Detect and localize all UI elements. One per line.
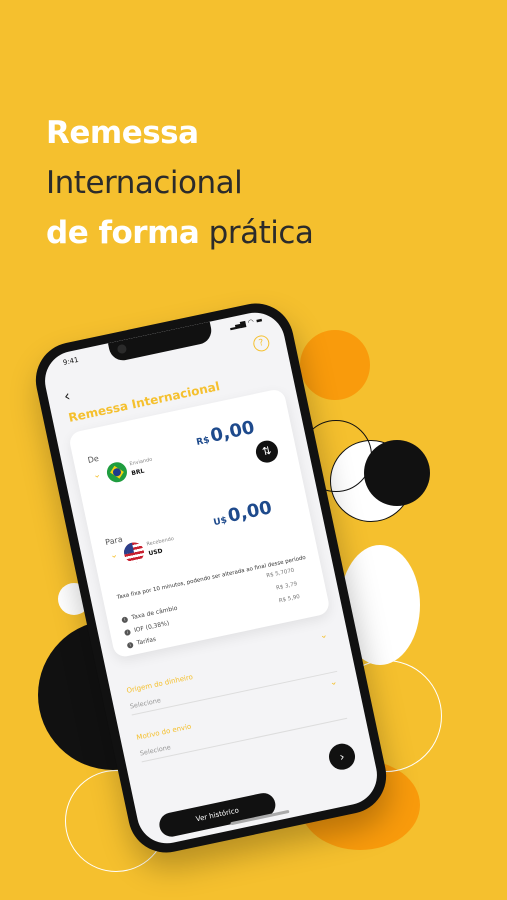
divider: [141, 717, 348, 763]
chevron-down-icon[interactable]: ⌄: [92, 470, 101, 481]
info-icon[interactable]: i: [121, 615, 129, 623]
history-button[interactable]: Ver histórico: [157, 790, 278, 839]
fee-label: Tarifas: [136, 635, 157, 647]
to-sub: Recebendo: [146, 535, 175, 548]
status-time: 9:41: [62, 355, 80, 367]
phone-notch: [107, 321, 214, 363]
back-icon[interactable]: ‹: [62, 387, 72, 406]
info-icon[interactable]: i: [123, 628, 131, 636]
chevron-down-icon[interactable]: ⌄: [319, 630, 328, 641]
info-icon[interactable]: i: [126, 641, 134, 649]
chevron-down-icon[interactable]: ⌄: [109, 550, 118, 561]
usa-flag-icon[interactable]: [122, 540, 146, 565]
headline: Remessa Internacional de forma prática: [46, 108, 314, 258]
fee-note: Taxa fixa por 10 minutos, podendo ser al…: [116, 554, 307, 601]
swap-currency-button[interactable]: ⇅: [253, 438, 280, 465]
to-currency: USD: [147, 547, 164, 558]
next-button[interactable]: ›: [326, 741, 358, 773]
to-label: Para: [104, 534, 124, 548]
motive-label: Motivo do envio: [135, 722, 192, 742]
status-signal-icon: ▂▄▆ ◠ ▬: [228, 315, 264, 331]
chevron-down-icon[interactable]: ⌄: [329, 677, 338, 688]
from-symbol: R$: [195, 435, 211, 448]
fee-label: IOF (0,38%): [133, 619, 170, 635]
brazil-flag-icon[interactable]: [105, 460, 129, 485]
to-amount[interactable]: U$0,00: [211, 497, 274, 530]
headline-line-3-bold: de forma: [46, 215, 200, 251]
headline-line-3-thin: prática: [208, 215, 314, 251]
origin-label: Origem do dinheiro: [125, 673, 194, 695]
headline-line-1: Remessa: [46, 115, 199, 151]
from-currency: BRL: [130, 467, 146, 478]
from-amount[interactable]: R$0,00: [194, 417, 257, 450]
from-label: De: [86, 453, 100, 465]
to-symbol: U$: [212, 515, 228, 529]
headline-line-2: Internacional: [46, 165, 243, 201]
divider: [131, 670, 338, 716]
exchange-card: De ⌄ Enviando BRL R$0,00 ⇅ Para ⌄ Recebe…: [67, 387, 331, 659]
deco-circle-orange-top: [300, 330, 370, 400]
headline-line-3: de forma prática: [46, 208, 314, 258]
deco-circle-black-right: [364, 440, 430, 506]
from-amount-value: 0,00: [208, 416, 257, 447]
help-icon[interactable]: ?: [251, 333, 271, 353]
to-amount-value: 0,00: [226, 497, 274, 527]
from-sub: Enviando: [128, 456, 153, 468]
